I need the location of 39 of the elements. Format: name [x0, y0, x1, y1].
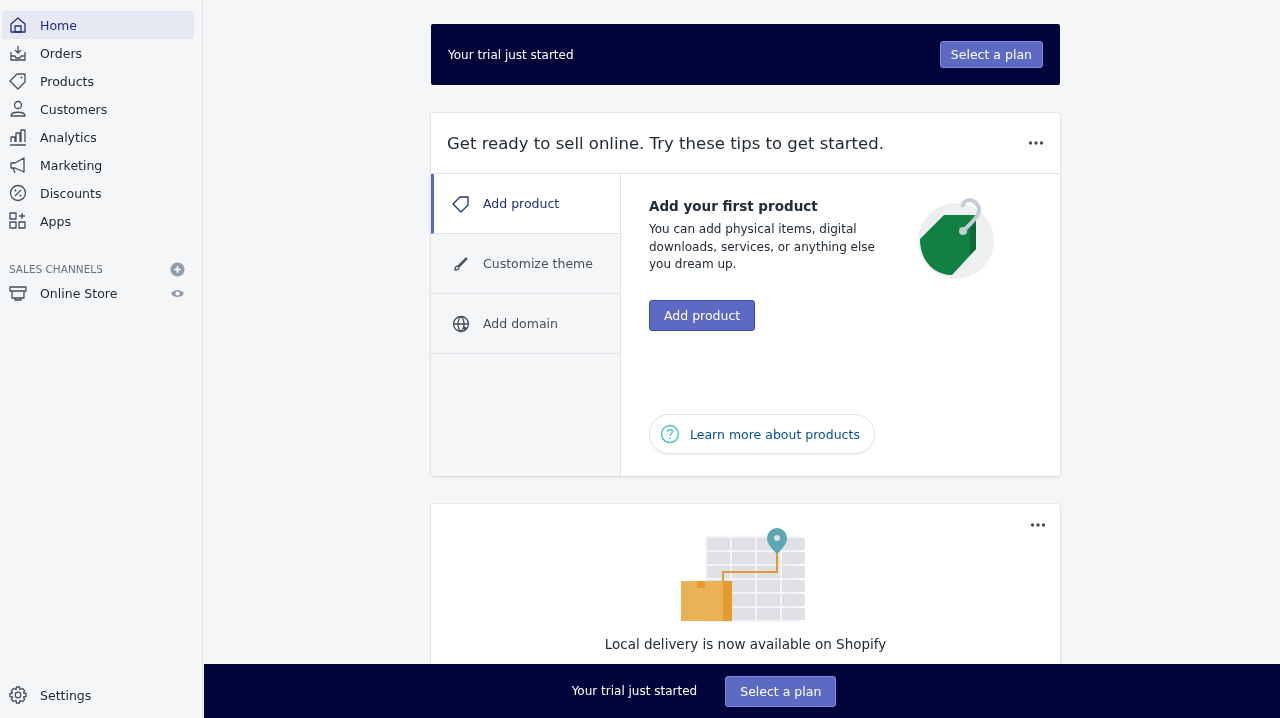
tip-tab[interactable]: Customize theme — [431, 234, 620, 294]
help-icon — [660, 424, 680, 444]
nav-item[interactable]: Discounts — [2, 179, 194, 207]
discount-icon — [8, 183, 28, 203]
panel-heading: Add your first product — [649, 198, 819, 214]
nav-item[interactable]: Analytics — [2, 123, 194, 151]
globe-icon — [451, 313, 471, 334]
person-icon — [8, 99, 28, 119]
nav-item[interactable]: Apps — [2, 207, 194, 235]
bar-text: Your trial just started — [571, 684, 698, 698]
nav-item[interactable]: Customers — [2, 95, 194, 123]
tag-icon — [8, 71, 28, 91]
select-plan-button[interactable]: Select a plan — [939, 41, 1043, 68]
more-icon[interactable] — [1030, 522, 1046, 528]
nav-item[interactable]: Orders — [2, 39, 194, 67]
nav-item[interactable]: Online Store — [8, 279, 118, 307]
add-product-button[interactable]: Add product — [649, 300, 756, 331]
more-icon[interactable] — [1028, 140, 1044, 146]
tip-tab[interactable]: Add domain — [431, 294, 620, 354]
nav-item[interactable]: Home — [2, 11, 194, 39]
inbox-icon — [8, 43, 28, 63]
bar-chart-icon — [8, 127, 28, 147]
delivery-heading: Local delivery is now available on Shopify — [604, 636, 887, 652]
card-title: Get ready to sell online. Try these tips to get started. — [447, 133, 884, 153]
add-icon[interactable] — [170, 261, 185, 277]
home-icon — [8, 15, 28, 35]
tip-tab[interactable]: Add product — [431, 174, 620, 234]
nav-item[interactable]: Marketing — [2, 151, 194, 179]
apps-icon — [8, 211, 28, 231]
tag-icon — [451, 193, 471, 214]
panel-description: You can add physical items, digital downloads, services, or anything else you dream up. — [649, 221, 876, 273]
select-plan-button[interactable]: Select a plan — [725, 675, 837, 707]
settings-icon — [8, 685, 28, 705]
banner-text: Your trial just started — [448, 47, 574, 62]
nav-item[interactable]: Products — [2, 67, 194, 95]
nav-item[interactable]: Settings — [2, 681, 194, 709]
megaphone-icon — [8, 155, 28, 175]
store-icon — [8, 283, 28, 303]
section-heading: SALES CHANNELS — [9, 263, 103, 275]
